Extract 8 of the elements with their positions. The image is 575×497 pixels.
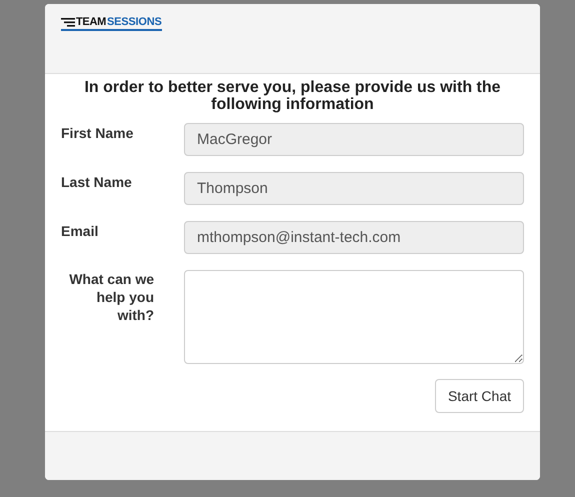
field-label: Email <box>61 222 100 241</box>
start-chat-button[interactable]: Start Chat <box>434 379 524 413</box>
field-label: Last Name <box>61 173 133 192</box>
form-heading: In order to better serve you, please provide us with the following information <box>83 79 502 113</box>
field-label: What can we help you with? <box>68 270 155 325</box>
message-field[interactable] <box>184 270 524 364</box>
field-label: First Name <box>61 124 134 143</box>
logo: TEAMSESSIONS <box>61 17 162 31</box>
